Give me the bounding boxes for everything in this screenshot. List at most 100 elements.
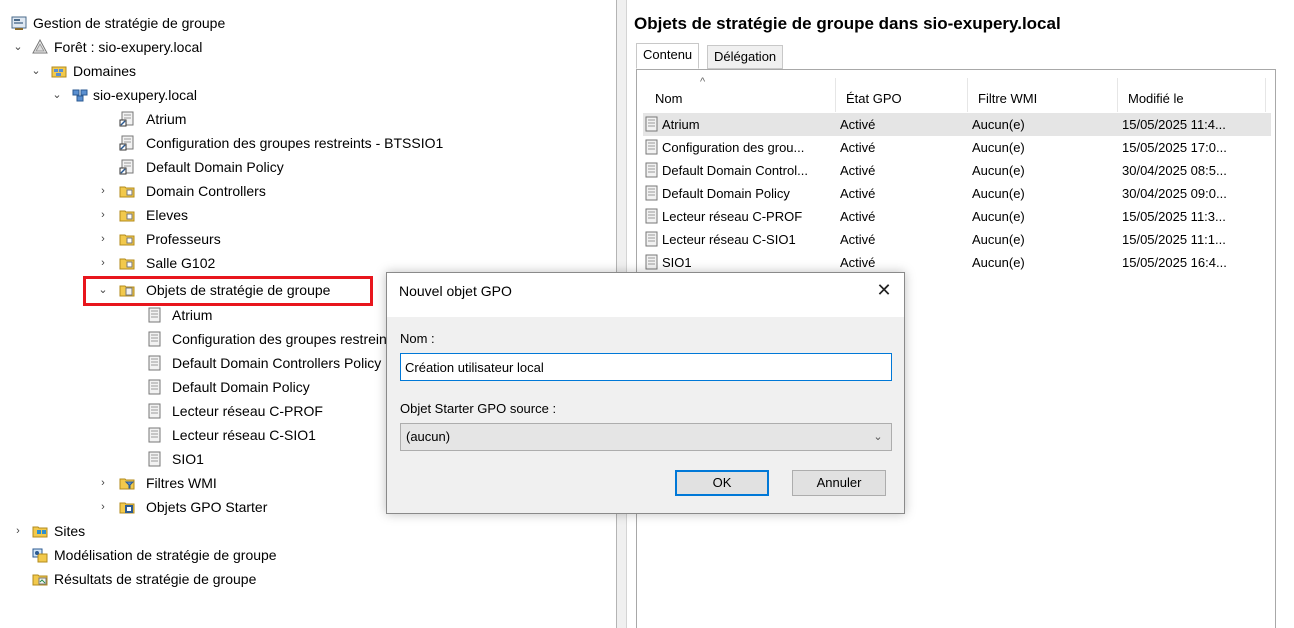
table-row[interactable]: Configuration des grou... Activé Aucun(e…: [643, 136, 1271, 159]
gpo-icon: [643, 231, 659, 247]
tree-label: Forêt : sio-exupery.local: [54, 39, 203, 55]
tree-label: Lecteur réseau C-SIO1: [172, 427, 316, 443]
tree-label: Eleves: [146, 207, 189, 223]
gpo-icon: [146, 331, 162, 347]
ou-folder-icon: [119, 231, 135, 247]
cell-wmi: Aucun(e): [972, 255, 1025, 270]
column-header-wmi[interactable]: Filtre WMI: [978, 88, 1037, 110]
gpo-icon: [643, 139, 659, 155]
column-header-modified[interactable]: Modifié le: [1128, 88, 1184, 110]
cell-state: Activé: [840, 117, 876, 132]
table-row[interactable]: Atrium Activé Aucun(e) 15/05/2025 11:4..…: [643, 113, 1271, 136]
tree-label: Professeurs: [146, 231, 221, 247]
gpo-icon: [146, 403, 162, 419]
gpo-link-icon: [119, 159, 135, 175]
cell-modified: 15/05/2025 11:1...: [1122, 232, 1226, 247]
starter-gpo-folder-icon: [119, 499, 135, 515]
cell-name: SIO1: [662, 255, 692, 270]
collapse-chevron-icon[interactable]: ⌄: [51, 84, 63, 106]
tree-label: Résultats de stratégie de groupe: [54, 571, 257, 587]
highlight-box: [83, 276, 373, 306]
expand-chevron-icon[interactable]: ›: [97, 252, 109, 274]
dialog-body: Nom : Objet Starter GPO source : (aucun)…: [387, 317, 904, 513]
gpo-icon: [643, 116, 659, 132]
cell-modified: 30/04/2025 09:0...: [1122, 186, 1227, 201]
cell-modified: 15/05/2025 16:4...: [1122, 255, 1227, 270]
cell-modified: 30/04/2025 08:5...: [1122, 163, 1227, 178]
tree-label: Sites: [54, 523, 86, 539]
gpo-icon: [146, 451, 162, 467]
tree-label: Filtres WMI: [146, 475, 217, 491]
close-icon[interactable]: ✕: [873, 279, 895, 301]
expand-chevron-icon[interactable]: ›: [12, 520, 24, 542]
starter-gpo-select[interactable]: (aucun) ⌄: [400, 423, 892, 451]
column-divider[interactable]: [1265, 78, 1266, 112]
cell-state: Activé: [840, 163, 876, 178]
tree-label: Lecteur réseau C-PROF: [172, 403, 323, 419]
column-divider[interactable]: [835, 78, 836, 112]
table-row[interactable]: Default Domain Control... Activé Aucun(e…: [643, 159, 1271, 182]
results-icon: [32, 571, 48, 587]
cell-modified: 15/05/2025 11:4...: [1122, 117, 1226, 132]
collapse-chevron-icon[interactable]: ⌄: [30, 60, 42, 82]
forest-icon: [32, 39, 48, 55]
gpo-icon: [146, 307, 162, 323]
expand-chevron-icon[interactable]: ›: [97, 204, 109, 226]
tab-delegation[interactable]: Délégation: [707, 45, 784, 69]
tree-label: Atrium: [172, 307, 213, 323]
sites-icon: [32, 523, 48, 539]
domains-folder-icon: [51, 63, 67, 79]
cell-modified: 15/05/2025 11:3...: [1122, 209, 1226, 224]
gpo-link-icon: [119, 111, 135, 127]
cell-wmi: Aucun(e): [972, 117, 1025, 132]
ou-folder-icon: [119, 183, 135, 199]
modeling-icon: [32, 547, 48, 563]
gpm-console-icon: [11, 15, 27, 31]
tree-label: Salle G102: [146, 255, 216, 271]
collapse-chevron-icon[interactable]: ⌄: [12, 36, 24, 58]
cell-name: Lecteur réseau C-SIO1: [662, 232, 796, 247]
tree-label: Modélisation de stratégie de groupe: [54, 547, 277, 563]
cell-modified: 15/05/2025 17:0...: [1122, 140, 1227, 155]
cell-name: Configuration des grou...: [662, 140, 805, 155]
gpo-icon: [643, 254, 659, 270]
gpo-icon: [643, 162, 659, 178]
expand-chevron-icon[interactable]: ›: [97, 472, 109, 494]
cell-wmi: Aucun(e): [972, 209, 1025, 224]
table-row[interactable]: Default Domain Policy Activé Aucun(e) 30…: [643, 182, 1271, 205]
cell-name: Lecteur réseau C-PROF: [662, 209, 803, 224]
column-divider[interactable]: [1117, 78, 1118, 112]
name-label: Nom :: [400, 331, 435, 346]
gpo-name-input[interactable]: [400, 353, 892, 381]
tab-contenu[interactable]: Contenu: [636, 43, 700, 69]
tree-label: Domain Controllers: [146, 183, 266, 199]
column-header-state[interactable]: État GPO: [846, 88, 902, 110]
cell-name: Atrium: [662, 117, 700, 132]
dialog-title: Nouvel objet GPO: [399, 283, 512, 299]
expand-chevron-icon[interactable]: ›: [97, 180, 109, 202]
wmi-filter-folder-icon: [119, 475, 135, 491]
tree-label: Default Domain Policy: [172, 379, 310, 395]
tree-label: SIO1: [172, 451, 204, 467]
cell-state: Activé: [840, 140, 876, 155]
cell-state: Activé: [840, 232, 876, 247]
expand-chevron-icon[interactable]: ›: [97, 228, 109, 250]
expand-chevron-icon[interactable]: ›: [97, 496, 109, 518]
table-row[interactable]: SIO1 Activé Aucun(e) 15/05/2025 16:4...: [643, 251, 1271, 274]
table-row[interactable]: Lecteur réseau C-PROF Activé Aucun(e) 15…: [643, 205, 1271, 228]
tree-label: Default Domain Policy: [146, 159, 284, 175]
table-row[interactable]: Lecteur réseau C-SIO1 Activé Aucun(e) 15…: [643, 228, 1271, 251]
gpo-icon: [146, 379, 162, 395]
cancel-button[interactable]: Annuler: [792, 470, 886, 496]
tree-label: sio-exupery.local: [93, 87, 198, 103]
column-header-name[interactable]: Nom: [655, 88, 682, 110]
tree-label: Gestion de stratégie de groupe: [33, 15, 226, 31]
cell-wmi: Aucun(e): [972, 186, 1025, 201]
column-divider[interactable]: [967, 78, 968, 112]
cell-wmi: Aucun(e): [972, 163, 1025, 178]
chevron-down-icon: ⌄: [873, 431, 883, 443]
gpo-icon: [146, 427, 162, 443]
ok-button[interactable]: OK: [675, 470, 769, 496]
tree-label: Configuration des groupes restreints - B…: [146, 135, 444, 151]
starter-gpo-label: Objet Starter GPO source :: [400, 401, 557, 416]
